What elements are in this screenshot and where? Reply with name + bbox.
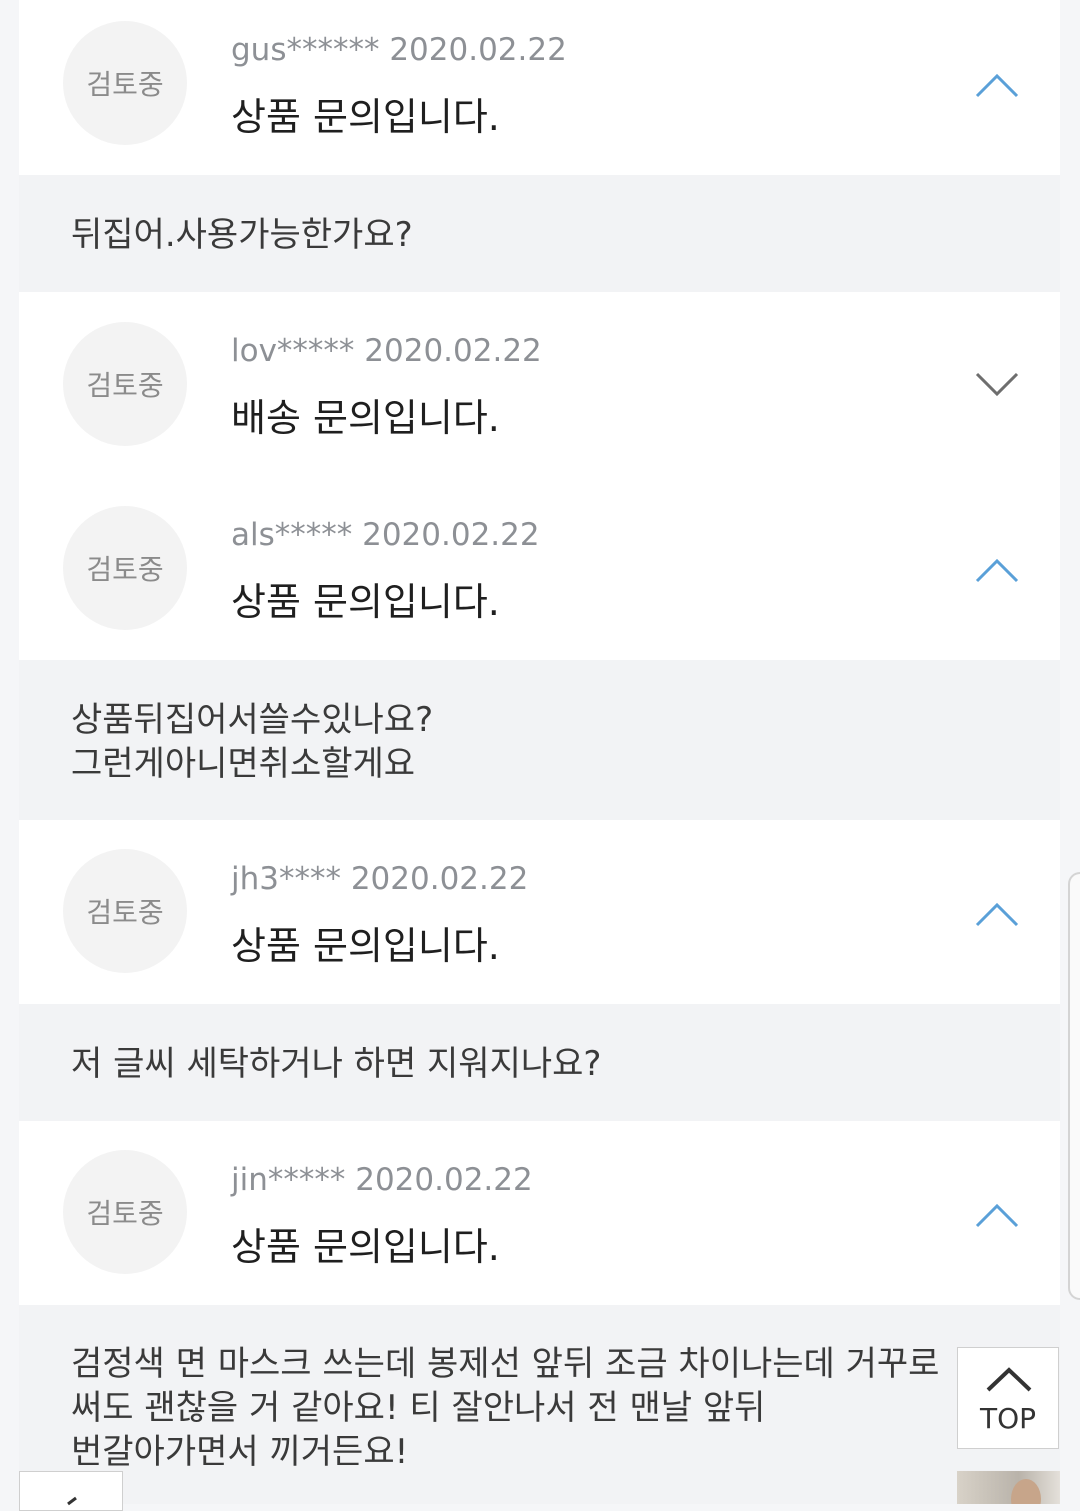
qna-subject: 상품 문의입니다. <box>231 1225 500 1269</box>
qna-answer: 저 글씨 세탁하거나 하면 지워지나요? <box>19 1004 1060 1121</box>
qna-meta: als***** 2020.02.22 <box>231 517 540 553</box>
chevron-up-icon[interactable] <box>975 557 1019 583</box>
qna-answer: 상품뒤집어서쓸수있나요? 그런게아니면취소할게요 <box>19 660 1060 820</box>
status-badge: 검토중 <box>63 322 187 446</box>
qna-answer: 검정색 면 마스크 쓰는데 봉제선 앞뒤 조금 차이나는데 거꾸로 써도 괜찮을… <box>19 1305 1060 1504</box>
status-badge: 검토중 <box>63 1150 187 1274</box>
chevron-up-icon[interactable] <box>975 901 1019 927</box>
answer-text: 저 글씨 세탁하거나 하면 지워지나요? <box>71 1044 602 1084</box>
arrow-up-icon <box>986 1367 1032 1392</box>
chevron-up-icon[interactable] <box>975 1202 1019 1228</box>
qna-item[interactable]: 검토중 jh3**** 2020.02.22 상품 문의입니다. <box>19 820 1060 1004</box>
product-thumbnail[interactable] <box>957 1471 1060 1504</box>
qna-item[interactable]: 검토중 als***** 2020.02.22 상품 문의입니다. <box>19 475 1060 660</box>
qna-meta: lov***** 2020.02.22 <box>231 333 542 369</box>
qna-item[interactable]: 검토중 lov***** 2020.02.22 배송 문의입니다. <box>19 292 1060 475</box>
chevron-left-icon <box>67 1496 77 1506</box>
qna-answer: 뒤집어.사용가능한가요? <box>19 175 1060 292</box>
qna-item[interactable]: 검토중 gus****** 2020.02.22 상품 문의입니다. <box>19 0 1060 175</box>
edge-panel-handle[interactable] <box>1068 872 1080 1300</box>
answer-text: 상품뒤집어서쓸수있나요? 그런게아니면취소할게요 <box>71 700 434 784</box>
answer-text: 검정색 면 마스크 쓰는데 봉제선 앞뒤 조금 차이나는데 거꾸로 써도 괜찮을… <box>71 1344 940 1472</box>
qna-subject: 상품 문의입니다. <box>231 95 500 139</box>
qna-subject: 상품 문의입니다. <box>231 924 500 968</box>
scroll-to-top-button[interactable]: TOP <box>957 1347 1059 1449</box>
answer-text: 뒤집어.사용가능한가요? <box>71 215 413 255</box>
qna-subject: 배송 문의입니다. <box>231 396 500 440</box>
qna-meta: gus****** 2020.02.22 <box>231 32 567 68</box>
qna-meta: jh3**** 2020.02.22 <box>231 861 529 897</box>
top-button-label: TOP <box>979 1402 1037 1435</box>
chevron-down-icon[interactable] <box>975 372 1019 398</box>
chevron-up-icon[interactable] <box>975 72 1019 98</box>
status-badge: 검토중 <box>63 21 187 145</box>
status-badge: 검토중 <box>63 506 187 630</box>
back-tab[interactable] <box>19 1471 123 1511</box>
qna-item[interactable]: 검토중 jin***** 2020.02.22 상품 문의입니다. <box>19 1121 1060 1305</box>
status-badge: 검토중 <box>63 849 187 973</box>
qna-meta: jin***** 2020.02.22 <box>231 1162 533 1198</box>
qna-subject: 상품 문의입니다. <box>231 580 500 624</box>
